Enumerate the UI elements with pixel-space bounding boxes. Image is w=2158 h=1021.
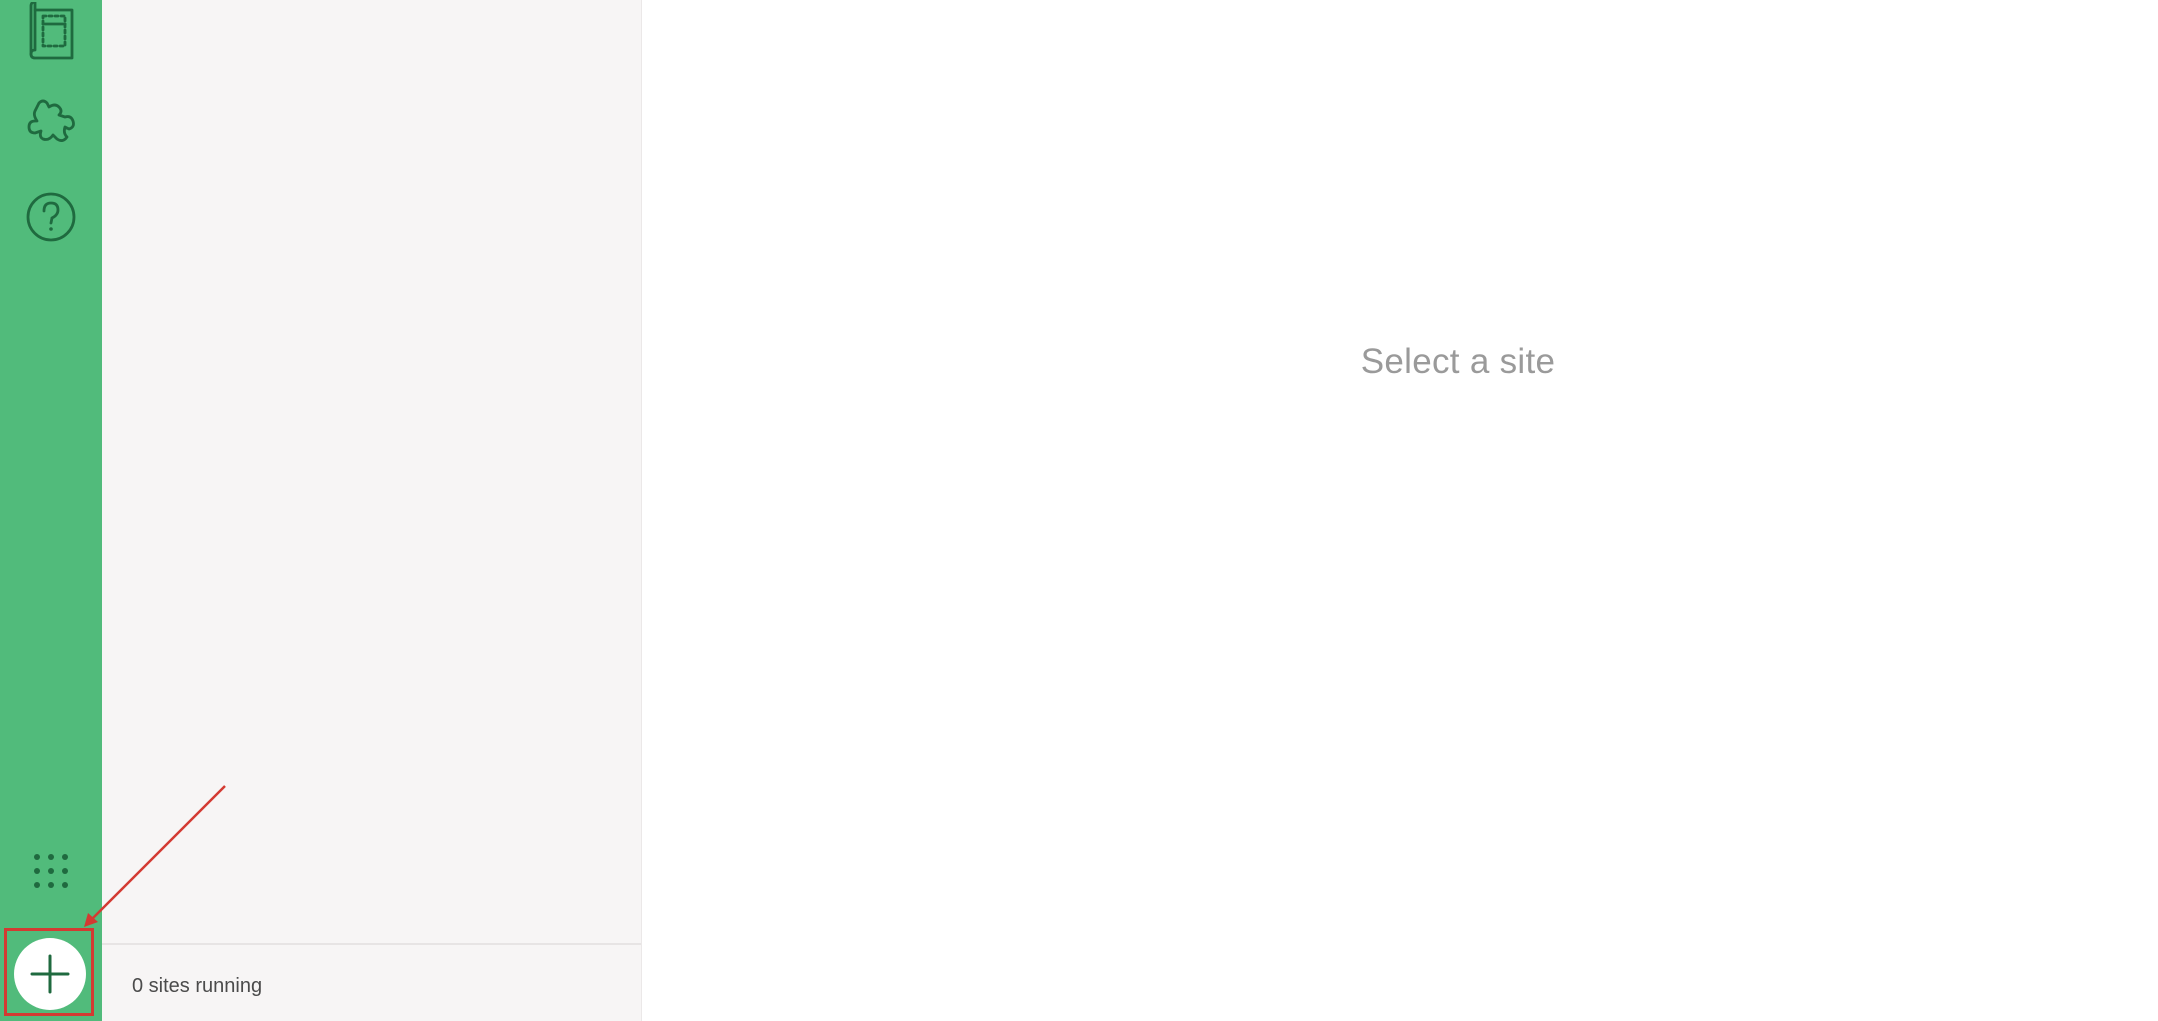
empty-state-message: Select a site xyxy=(1360,342,1556,381)
dots-grid-icon[interactable] xyxy=(22,842,80,900)
site-list-footer: 0 sites running xyxy=(102,943,641,1021)
sites-running-status: 0 sites running xyxy=(132,974,263,997)
app-sidebar xyxy=(0,0,102,1021)
puzzle-addons-icon[interactable] xyxy=(22,93,80,151)
add-site-button[interactable] xyxy=(14,938,86,1010)
main-content: Select a site xyxy=(642,0,2158,1021)
site-list-panel: 0 sites running xyxy=(102,0,642,1021)
help-icon[interactable] xyxy=(22,188,80,246)
plus-icon xyxy=(30,954,70,994)
blueprint-icon[interactable] xyxy=(22,2,80,60)
